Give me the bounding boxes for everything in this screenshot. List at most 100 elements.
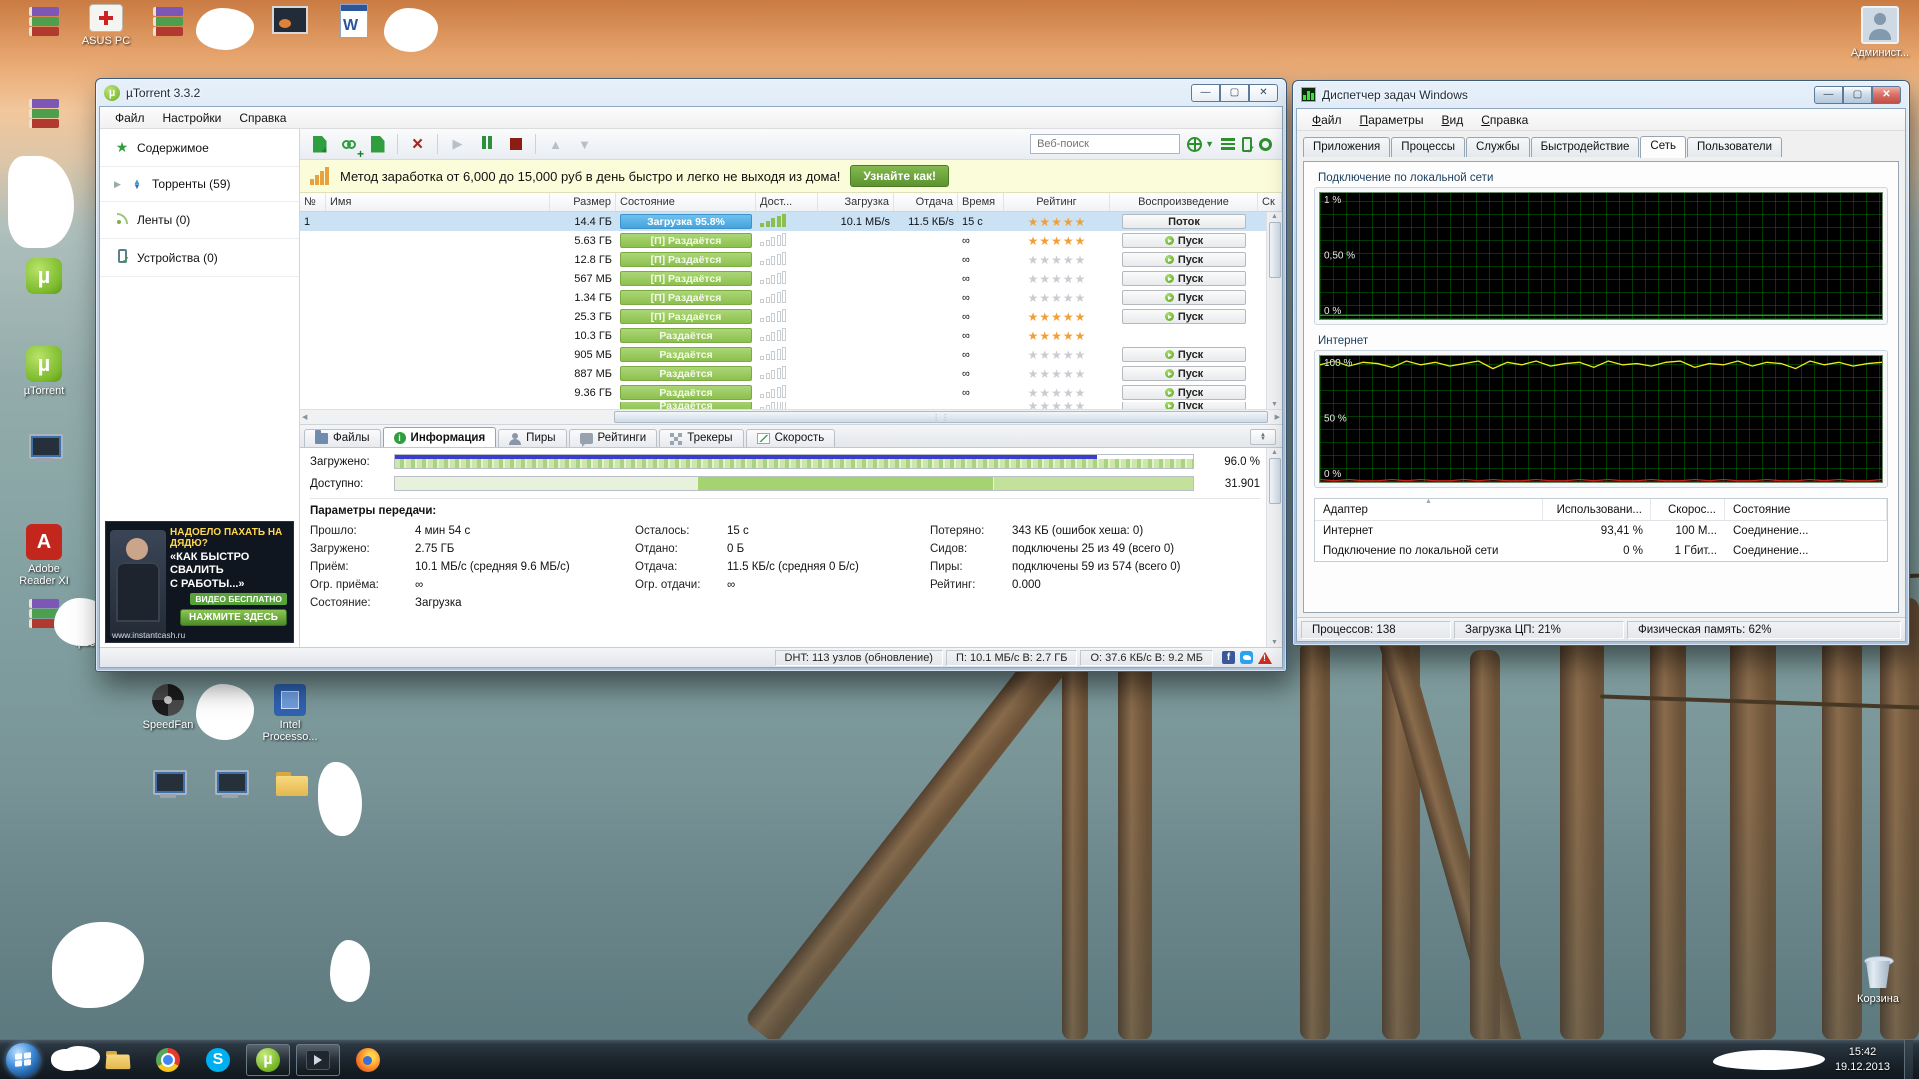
collapse-panel-button[interactable]: ▲▼ [1250, 429, 1276, 445]
detail-tab[interactable]: Файлы [304, 429, 381, 447]
scroll-thumb[interactable] [1269, 222, 1281, 278]
remove-button[interactable]: × [404, 132, 431, 156]
detail-tab[interactable]: Скорость [746, 429, 836, 447]
torrent-rating-stars[interactable]: ★★★★★ [1004, 272, 1110, 286]
start-button[interactable] [6, 1043, 40, 1077]
sidebar-item[interactable]: Ленты (0) [100, 202, 299, 239]
desktop-icon[interactable] [136, 770, 200, 803]
torrent-row[interactable]: 9.36 ГБ Раздаётся ∞ ★★★★★ [300, 383, 1266, 402]
torrent-rating-stars[interactable]: ★★★★★ [1004, 253, 1110, 267]
detail-tab[interactable]: Пиры [498, 429, 566, 447]
desktop-icon[interactable]: Intel Processo... [258, 684, 322, 743]
play-button[interactable]: Пуск [1122, 347, 1246, 362]
taskman-titlebar[interactable]: Диспетчер задач Windows — ▢ ✕ [1293, 81, 1909, 108]
desktop-icon[interactable] [12, 434, 76, 467]
column-header[interactable]: Рейтинг [1004, 193, 1110, 211]
taskbar-app[interactable] [296, 1044, 340, 1076]
taskman-tab[interactable]: Службы [1466, 137, 1530, 157]
desktop-icon[interactable]: SpeedFan [136, 684, 200, 731]
torrent-rating-stars[interactable]: ★★★★★ [1004, 234, 1110, 248]
column-header[interactable]: Состояние [616, 193, 756, 211]
horizontal-scrollbar[interactable]: ◀ ⋮⋮ ▶ [300, 409, 1282, 424]
desktop-icon[interactable]: ASUS PC [74, 4, 138, 47]
sidebar-item[interactable]: ★ Содержимое [100, 129, 299, 167]
desktop-icon[interactable]: µTorrent [12, 346, 76, 397]
column-header[interactable]: ▲Адаптер [1315, 499, 1543, 520]
column-header[interactable]: Дост... [756, 193, 818, 211]
taskman-tab[interactable]: Пользователи [1687, 137, 1782, 157]
expand-arrow-icon[interactable]: ▶ [114, 179, 122, 190]
scroll-thumb[interactable] [1269, 458, 1281, 504]
sidebar-item[interactable]: ▶ ▲▼ Торренты (59) [100, 167, 299, 202]
scroll-thumb[interactable]: ⋮⋮ [614, 411, 1268, 423]
create-torrent-button[interactable] [364, 132, 391, 156]
play-button[interactable]: Пуск [1122, 252, 1246, 267]
ad-button[interactable]: НАЖМИТЕ ЗДЕСЬ [180, 609, 287, 626]
column-header[interactable]: Воспроизведение [1110, 193, 1258, 211]
taskman-tab[interactable]: Быстродействие [1531, 137, 1640, 157]
taskbar-app[interactable] [346, 1044, 390, 1076]
scroll-left-arrow[interactable]: ◀ [302, 413, 307, 421]
torrent-row[interactable]: 1 14.4 ГБ Загрузка 95.8% 10.1 МБ/s 11.5 … [300, 212, 1266, 231]
scroll-right-arrow[interactable]: ▶ [1275, 413, 1280, 421]
desktop-icon[interactable] [12, 96, 76, 135]
minimize-button[interactable]: — [1191, 84, 1220, 102]
desktop-icon[interactable] [136, 4, 200, 43]
desktop-icon[interactable] [198, 770, 262, 803]
ad-banner-button[interactable]: Узнайте как! [850, 165, 949, 187]
detail-tab[interactable]: Рейтинги [569, 429, 658, 447]
pause-button[interactable] [473, 132, 500, 156]
column-header[interactable]: Время [958, 193, 1004, 211]
web-search-globe-icon[interactable] [1187, 137, 1202, 152]
torrent-row[interactable]: 1.34 ГБ [П] Раздаётся ∞ ★★★★★ [300, 288, 1266, 307]
torrent-row[interactable]: Раздаётся ★★★★★ Пуск [300, 402, 1266, 409]
show-desktop-button[interactable] [1904, 1040, 1913, 1079]
column-header[interactable]: Ск [1258, 193, 1282, 211]
taskman-tab[interactable]: Сеть [1640, 136, 1686, 158]
move-up-button[interactable]: ▲ [542, 132, 569, 156]
desktop-icon[interactable] [260, 770, 324, 801]
play-button[interactable]: Пуск [1122, 233, 1246, 248]
torrent-row[interactable]: 887 МБ Раздаётся ∞ ★★★★★ [300, 364, 1266, 383]
torrent-list-scrollbar[interactable]: ▲ ▼ [1266, 212, 1282, 409]
taskman-tab[interactable]: Приложения [1303, 137, 1390, 157]
menu-item[interactable]: Справка [1472, 111, 1537, 129]
menu-item[interactable]: Настройки [154, 109, 231, 127]
column-header[interactable]: Скорос... [1651, 499, 1725, 520]
column-header[interactable]: № [300, 193, 326, 211]
menu-item[interactable]: Файл [106, 109, 154, 127]
twitter-icon[interactable] [1240, 651, 1253, 664]
column-header[interactable]: Отдача [894, 193, 958, 211]
info-panel-scrollbar[interactable]: ▲ ▼ [1266, 448, 1282, 647]
sidebar-ad[interactable]: НАДОЕЛО ПАХАТЬ НА ДЯДЮ? «КАК БЫСТРО СВАЛ… [105, 521, 294, 643]
scroll-down-arrow[interactable]: ▼ [1271, 401, 1278, 408]
column-header[interactable]: Использовани... [1543, 499, 1651, 520]
taskbar-app[interactable] [246, 1044, 290, 1076]
menu-item[interactable]: Справка [230, 109, 295, 127]
desktop-icon[interactable]: Админист... [1848, 6, 1912, 59]
sidebar-item[interactable]: Устройства (0) [100, 239, 299, 277]
torrent-rating-stars[interactable]: ★★★★★ [1004, 348, 1110, 362]
start-button[interactable]: ▶ [444, 132, 471, 156]
taskbar-app[interactable] [196, 1044, 240, 1076]
taskbar-app[interactable] [146, 1044, 190, 1076]
torrent-row[interactable]: 567 МБ [П] Раздаётся ∞ ★★★★★ [300, 269, 1266, 288]
torrent-rating-stars[interactable]: ★★★★★ [1004, 291, 1110, 305]
ad-banner[interactable]: Метод заработка от 6,000 до 15,000 руб в… [300, 160, 1282, 193]
torrent-row[interactable]: 905 МБ Раздаётся ∞ ★★★★★ [300, 345, 1266, 364]
torrent-row[interactable]: 5.63 ГБ [П] Раздаётся ∞ ★★★★★ [300, 231, 1266, 250]
desktop-icon[interactable]: Корзина [1846, 952, 1910, 1005]
utorrent-titlebar[interactable]: µ µTorrent 3.3.2 — ▢ ✕ [96, 79, 1286, 106]
desktop-icon[interactable] [12, 4, 76, 43]
torrent-row[interactable]: 10.3 ГБ Раздаётся ∞ ★★★★★ [300, 326, 1266, 345]
adapter-row[interactable]: Подключение по локальной сети 0 % 1 Гбит… [1315, 541, 1887, 561]
taskbar-app[interactable] [96, 1044, 140, 1076]
detail-tab[interactable]: Трекеры [659, 429, 743, 447]
menu-item[interactable]: Вид [1432, 111, 1472, 129]
search-dropdown-caret-icon[interactable]: ▼ [1205, 139, 1214, 149]
web-search-input[interactable] [1030, 134, 1180, 154]
column-header[interactable]: Размер [550, 193, 616, 211]
play-button[interactable]: Пуск [1122, 402, 1246, 409]
play-button[interactable]: Поток [1122, 214, 1246, 229]
torrent-rating-stars[interactable]: ★★★★★ [1004, 386, 1110, 400]
